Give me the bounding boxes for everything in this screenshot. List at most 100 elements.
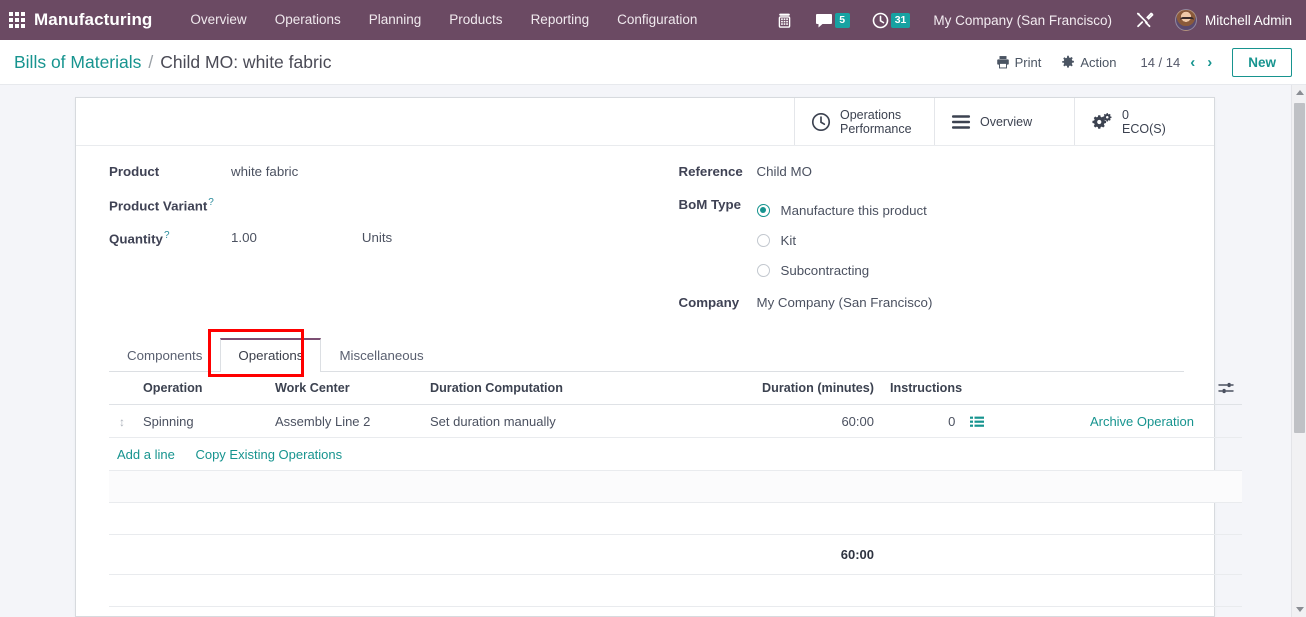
cell-instructions[interactable]: 0 [882, 404, 992, 438]
row-drag-handle[interactable]: ↕ [109, 404, 135, 438]
field-label-product-variant: Product Variant? [109, 195, 231, 213]
bom-type-radio-group: Manufacture this product Kit Subcontract… [756, 195, 927, 285]
menu-operations[interactable]: Operations [261, 0, 355, 40]
chat-icon [815, 13, 832, 27]
operations-table-body: ↕ Spinning Assembly Line 2 Set duration … [109, 404, 1242, 607]
copy-existing-operations-link[interactable]: Copy Existing Operations [195, 447, 342, 462]
empty-cell [109, 574, 1242, 607]
stat-button-overview[interactable]: Overview [934, 98, 1074, 145]
optional-columns-toggle[interactable] [1202, 372, 1242, 405]
field-value-reference[interactable]: Child MO [757, 162, 812, 179]
help-marker-icon[interactable]: ? [164, 230, 170, 241]
field-label-product: Product [109, 164, 160, 179]
scroll-down-button[interactable] [1292, 602, 1306, 617]
empty-row [109, 470, 1242, 503]
gear-icon [1062, 55, 1075, 68]
radio-icon-unselected[interactable] [756, 263, 770, 277]
cell-operation[interactable]: Spinning [135, 404, 267, 438]
radio-icon-unselected[interactable] [756, 233, 770, 247]
field-label-quantity-text: Quantity [109, 231, 163, 247]
field-bom-type: BoM Type Manufacture this product Kit Su… [679, 195, 1185, 285]
menu-configuration[interactable]: Configuration [603, 0, 711, 40]
radio-option-manufacture[interactable]: Manufacture this product [756, 195, 927, 225]
stat-line-1: Operations [840, 107, 902, 122]
column-header-work-center[interactable]: Work Center [267, 372, 422, 405]
control-panel-actions: Print Action 14 / 14 ‹ › New [986, 47, 1292, 77]
radio-label-kit[interactable]: Kit [781, 233, 797, 248]
column-header-duration-computation[interactable]: Duration Computation [422, 372, 722, 405]
radio-icon-selected[interactable] [756, 203, 770, 217]
total-spacer [992, 534, 1202, 575]
add-a-line-link[interactable]: Add a line [117, 447, 175, 462]
empty-cell [109, 470, 1242, 503]
messages-counter[interactable]: 5 [804, 0, 861, 40]
top-navbar: Manufacturing Overview Operations Planni… [0, 0, 1306, 40]
print-button[interactable]: Print [986, 50, 1052, 75]
page-title: Child MO: white fabric [160, 51, 332, 72]
radio-option-subcontracting[interactable]: Subcontracting [756, 255, 927, 285]
tab-operations[interactable]: Operations [220, 338, 322, 372]
total-spacer [1202, 534, 1242, 575]
vertical-scrollbar[interactable] [1291, 85, 1306, 617]
field-value-product[interactable]: white fabric [231, 162, 298, 179]
field-reference: Reference Child MO [679, 162, 1185, 195]
app-brand-manufacturing[interactable]: Manufacturing [34, 10, 152, 30]
menu-products[interactable]: Products [435, 0, 516, 40]
list-icon [952, 114, 970, 129]
stat-button-ecos[interactable]: 0 ECO(S) [1074, 98, 1214, 145]
menu-overview[interactable]: Overview [176, 0, 260, 40]
radio-label-subcontracting[interactable]: Subcontracting [781, 263, 870, 278]
total-spacer [135, 534, 267, 575]
column-header-handle [109, 372, 135, 405]
pager-next-button[interactable]: › [1201, 52, 1218, 73]
stat-line-1: Overview [980, 114, 1033, 129]
menu-reporting[interactable]: Reporting [517, 0, 604, 40]
messages-badge: 5 [834, 12, 850, 28]
table-row[interactable]: ↕ Spinning Assembly Line 2 Set duration … [109, 404, 1242, 438]
field-value-quantity[interactable]: 1.00 [231, 228, 257, 245]
scroll-up-button[interactable] [1292, 85, 1306, 100]
pager-value[interactable]: 14 / 14 [1140, 55, 1180, 70]
menu-planning[interactable]: Planning [355, 0, 436, 40]
field-quantity: Quantity? 1.00 Units [109, 228, 647, 261]
field-value-company[interactable]: My Company (San Francisco) [757, 293, 933, 310]
drag-handle-icon[interactable]: ↕ [119, 415, 125, 429]
clock-icon [872, 12, 889, 28]
activities-counter[interactable]: 31 [861, 0, 922, 40]
add-line-row: Add a line Copy Existing Operations [109, 437, 1242, 471]
stat-line-2: ECO(S) [1122, 121, 1166, 136]
cell-archive-operation: Archive Operation [992, 404, 1202, 438]
main-content-area: Operations Performance Overview 0 ECO(S)… [0, 85, 1306, 617]
pager-previous-button[interactable]: ‹ [1184, 52, 1201, 73]
radio-option-kit[interactable]: Kit [756, 225, 927, 255]
action-button[interactable]: Action [1051, 50, 1126, 75]
radio-label-manufacture[interactable]: Manufacture this product [781, 203, 927, 218]
column-header-instructions[interactable]: Instructions [882, 372, 992, 405]
tools-icon[interactable] [1124, 0, 1165, 40]
cell-duration[interactable]: 60:00 [722, 404, 882, 438]
scrollbar-thumb[interactable] [1294, 103, 1305, 433]
navbar-right-group: 5 31 My Company (San Francisco) Mitchell… [765, 0, 1306, 40]
field-value-uom[interactable]: Units [362, 228, 392, 245]
user-menu[interactable]: Mitchell Admin [1165, 9, 1296, 31]
cell-work-center[interactable]: Assembly Line 2 [267, 404, 422, 438]
tab-miscellaneous[interactable]: Miscellaneous [321, 338, 441, 372]
field-product-variant: Product Variant? [109, 195, 647, 228]
help-marker-icon[interactable]: ? [208, 197, 214, 208]
phone-icon[interactable] [765, 0, 804, 40]
tab-components[interactable]: Components [109, 338, 220, 372]
breadcrumb-bills-of-materials[interactable]: Bills of Materials [14, 52, 141, 73]
add-line-cell: Add a line Copy Existing Operations [109, 437, 1242, 471]
empty-row [109, 502, 1242, 535]
stat-button-operations-performance[interactable]: Operations Performance [794, 98, 934, 145]
sliders-icon [1218, 382, 1234, 394]
action-label: Action [1080, 54, 1117, 70]
column-header-duration-minutes[interactable]: Duration (minutes) [722, 372, 882, 405]
archive-operation-link[interactable]: Archive Operation [1090, 414, 1194, 429]
new-button[interactable]: New [1232, 47, 1292, 77]
apps-grid-icon[interactable] [0, 0, 34, 40]
column-header-archive [992, 372, 1202, 405]
cell-duration-computation[interactable]: Set duration manually [422, 404, 722, 438]
column-header-operation[interactable]: Operation [135, 372, 267, 405]
company-switcher[interactable]: My Company (San Francisco) [921, 13, 1124, 28]
